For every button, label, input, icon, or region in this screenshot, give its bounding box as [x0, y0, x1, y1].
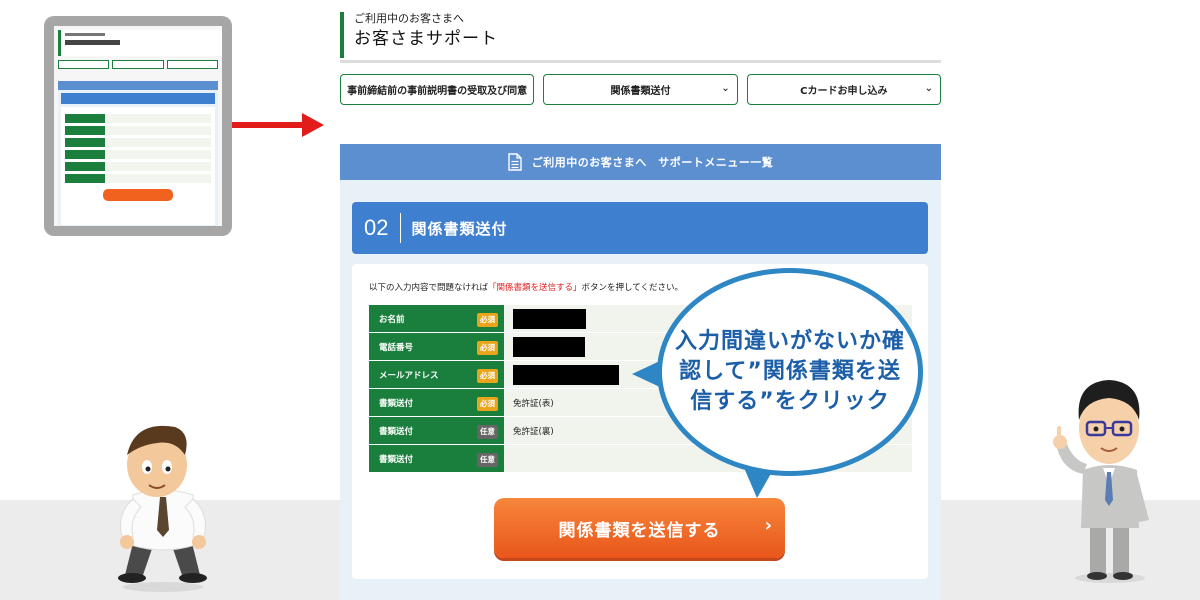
label-text: 書類送付 — [379, 398, 414, 409]
label-text: 電話番号 — [379, 342, 414, 353]
callout-bubble: 入力間違いがないか確認して”関係書類を送信する”をクリック — [657, 268, 923, 476]
instruction-before: 以下の入力内容で問題なければ — [369, 283, 489, 293]
label-text: 書類送付 — [379, 426, 414, 437]
tab-pre-contract-explanation[interactable]: 事前締結前の事前説明書の受取及び同意 ⌄ — [340, 74, 535, 105]
instruction-after: ボタンを押してください。 — [581, 283, 684, 293]
tab-c-card-application[interactable]: Cカードお申し込み ⌄ — [746, 74, 941, 105]
page-title: お客さまサポート — [354, 29, 498, 49]
row-label: 書類送付 任意 — [369, 445, 504, 472]
send-button-label: 関係書類を送信する — [558, 520, 721, 541]
chevron-down-icon: ⌄ — [517, 83, 527, 94]
tab-document-submission[interactable]: 関係書類送付 ⌄ — [543, 74, 738, 105]
tab-label: Cカードお申し込み — [800, 86, 888, 97]
label-text: お名前 — [379, 314, 405, 325]
thumb-banner — [58, 81, 218, 90]
menu-tabs: 事前締結前の事前説明書の受取及び同意 ⌄ 関係書類送付 ⌄ Cカードお申し込み … — [340, 74, 941, 105]
page-header: ご利用中のお客さまへ お客さまサポート — [340, 12, 498, 58]
row-label: 書類送付 必須 — [369, 389, 504, 416]
chevron-right-icon: › — [764, 515, 773, 536]
chevron-down-icon: ⌄ — [924, 83, 933, 94]
businessman-pointing-illustration — [1053, 380, 1149, 583]
banner-label: ご利用中のお客さまへ サポートメニュー一覧 — [531, 156, 774, 169]
row-label: メールアドレス 必須 — [369, 361, 504, 388]
redacted-value — [513, 308, 586, 329]
required-badge: 必須 — [477, 369, 498, 383]
callout-text: 入力間違いがないか確認して”関係書類を送信する”をクリック — [675, 329, 906, 414]
tab-label: 関係書類送付 — [610, 86, 671, 97]
row-label: 書類送付 任意 — [369, 417, 504, 444]
section-number: 02 — [352, 213, 402, 243]
section-title: 関係書類送付 — [411, 219, 508, 238]
header-subtitle: ご利用中のお客さまへ — [354, 12, 464, 25]
instruction-highlight: 「関係書類を送信する」 — [488, 283, 582, 293]
thumb-panel — [58, 90, 218, 226]
thumb-header — [58, 30, 222, 56]
label-text: 書類送付 — [379, 454, 414, 465]
row-label: 電話番号 必須 — [369, 333, 504, 360]
row-label: お名前 必須 — [369, 305, 504, 332]
send-documents-button[interactable]: 関係書類を送信する › — [494, 498, 785, 558]
instruction-text: 以下の入力内容で問題なければ「関係書類を送信する」ボタンを押してください。 — [369, 281, 683, 293]
chevron-down-icon: ⌄ — [721, 83, 730, 94]
tab-label: 事前締結前の事前説明書の受取及び同意 — [347, 86, 528, 97]
required-badge: 必須 — [477, 341, 498, 355]
red-arrow-icon — [302, 113, 324, 137]
redacted-value — [513, 364, 619, 385]
document-icon — [508, 153, 522, 171]
red-arrow-shaft — [232, 122, 304, 128]
thumb-tabs — [54, 56, 222, 73]
optional-badge: 任意 — [477, 453, 498, 467]
tablet-thumbnail — [44, 16, 232, 236]
cartoon-man-crouching-illustration — [118, 425, 207, 592]
header-divider — [340, 60, 941, 63]
support-menu-banner[interactable]: ご利用中のお客さまへ サポートメニュー一覧 — [340, 144, 941, 180]
optional-badge: 任意 — [477, 425, 498, 439]
redacted-value — [513, 336, 585, 357]
section-title-bar: 02 関係書類送付 — [352, 202, 928, 254]
required-badge: 必須 — [477, 313, 498, 327]
label-text: メールアドレス — [379, 370, 439, 381]
required-badge: 必須 — [477, 397, 498, 411]
tablet-screen-preview — [54, 26, 222, 226]
